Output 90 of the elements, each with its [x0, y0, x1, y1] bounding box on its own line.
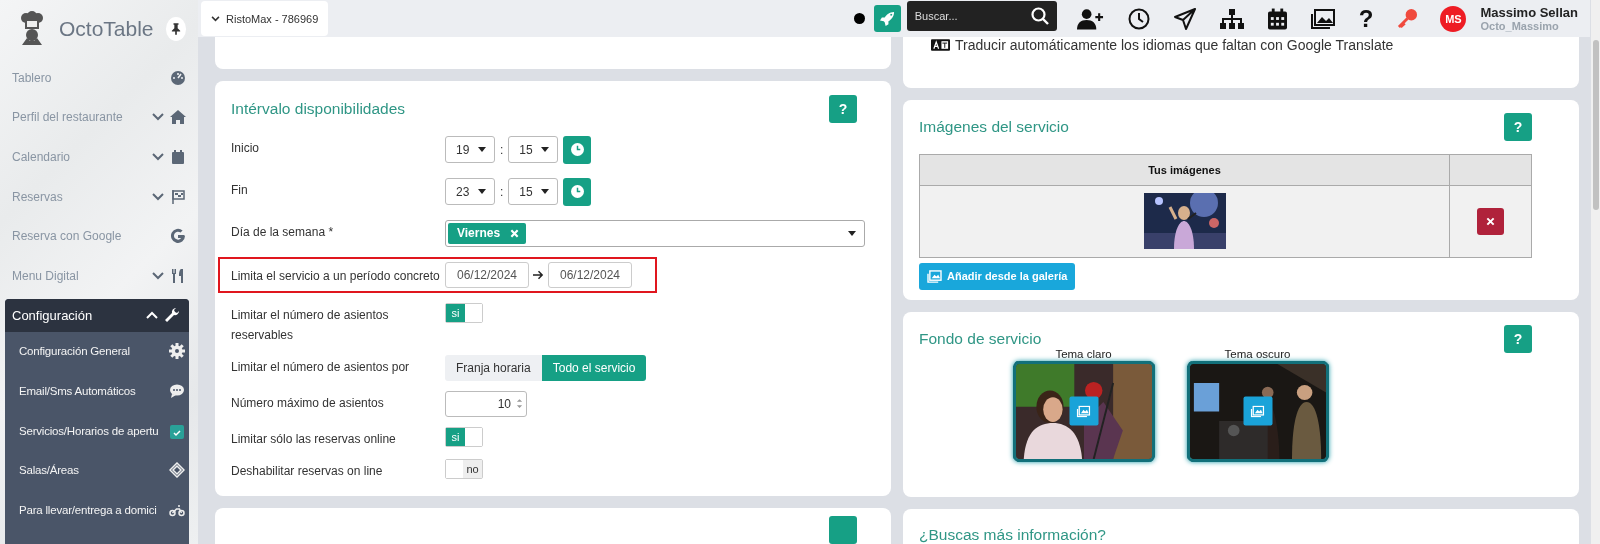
rocket-button[interactable] — [873, 5, 901, 32]
clock-icon — [570, 143, 584, 157]
caret-icon — [541, 147, 550, 153]
minute-select[interactable]: 15 — [508, 178, 559, 206]
images-icon — [1250, 405, 1265, 418]
field-label: Limitar el número de asientos reservables — [231, 306, 390, 344]
date-field[interactable]: 06/12/2024 — [445, 261, 529, 288]
chat-bubble-icon — [169, 382, 185, 399]
date-field[interactable]: 06/12/2024 — [548, 261, 632, 288]
number-field[interactable]: 10 — [445, 390, 527, 417]
field-label: Limitar el número de asientos por — [231, 358, 411, 376]
field-label: Deshabilitar reservas on line — [231, 462, 384, 480]
scrollbar[interactable] — [1591, 0, 1600, 544]
user-name: Massimo Sellan — [1480, 5, 1578, 20]
card-title: Imágenes del servicio — [919, 117, 1069, 136]
rocket-icon — [879, 11, 895, 26]
remove-icon[interactable] — [510, 228, 520, 238]
sitemap-icon[interactable] — [1219, 8, 1244, 29]
gauge-icon — [170, 69, 186, 86]
clock-button[interactable] — [563, 135, 592, 164]
time-separator: : — [499, 142, 505, 157]
card-title: Fondo de servicio — [919, 329, 1042, 348]
search-icon — [1030, 6, 1049, 25]
user-avatar[interactable]: MS — [1440, 5, 1467, 32]
arrow-right-icon — [533, 269, 544, 280]
clock-icon[interactable] — [1127, 7, 1150, 30]
caret-icon — [478, 189, 486, 195]
chevron-down-icon — [152, 113, 164, 122]
chevron-down-icon — [152, 271, 164, 280]
segment-option[interactable]: Franja horaria — [445, 354, 542, 381]
search-field[interactable]: Buscar... — [906, 0, 1057, 31]
delete-button[interactable] — [1477, 207, 1504, 235]
minute-select[interactable]: 15 — [508, 136, 559, 164]
status-dot — [853, 13, 865, 24]
pin-icon — [170, 23, 181, 35]
card-title: ¿Buscas más información? — [919, 526, 1107, 544]
wrench-icon — [164, 307, 180, 324]
time-separator: : — [499, 184, 505, 199]
close-icon — [1486, 216, 1495, 226]
dropdown-caret-icon — [848, 230, 856, 236]
toggle-switch[interactable]: no — [445, 458, 483, 479]
images-icon — [927, 269, 942, 283]
caret-icon — [478, 147, 486, 153]
caret-icon — [541, 189, 550, 195]
add-user-icon[interactable] — [1076, 7, 1104, 30]
utensils-icon — [170, 267, 186, 284]
home-icon — [170, 109, 186, 126]
help-icon[interactable]: ? — [1358, 6, 1374, 31]
translate-option-text: Traducir automáticamente los idiomas que faltan con Google Translate — [955, 37, 1394, 53]
field-label: Día de la semana * — [231, 223, 335, 241]
field-label: Inicio — [231, 139, 260, 157]
chevron-down-icon — [152, 153, 164, 161]
paper-plane-icon[interactable] — [1173, 7, 1196, 30]
gear-icon — [169, 343, 185, 360]
brand-name: OctoTable — [59, 17, 154, 41]
pin-button[interactable] — [165, 17, 186, 41]
calendar-icon — [169, 422, 185, 439]
field-label: Limitar sólo las reservas online — [231, 430, 397, 448]
cube-icon — [169, 462, 185, 479]
image-button[interactable] — [1069, 396, 1098, 426]
sidebar-subitem[interactable]: Salas/Áreas — [5, 450, 189, 490]
field-label: Número máximo de asientos — [231, 394, 385, 412]
sidebar-group-header[interactable]: Configuración — [5, 298, 189, 332]
calendar-icon[interactable] — [1267, 7, 1287, 30]
hour-select[interactable]: 23 — [445, 178, 495, 206]
restaurant-selector[interactable]: RistoMax - 786969 — [201, 1, 329, 36]
field-label: Limita el servicio a un período concreto — [231, 267, 441, 285]
sidebar-subitem[interactable]: Para llevar/entrega a domici — [5, 489, 189, 530]
hour-select[interactable]: 19 — [445, 136, 495, 164]
translate-icon — [931, 39, 950, 51]
table-header-cell: Tus imágenes — [920, 154, 1450, 186]
chevron-down-icon — [152, 192, 164, 201]
flag-icon — [170, 188, 186, 205]
sidebar-subitem[interactable]: Servicios/Horarios de apertu — [5, 410, 189, 451]
sidebar-subitem[interactable]: Email/Sms Automáticos — [5, 371, 189, 411]
sidebar-subitem[interactable]: Configuración General — [5, 331, 189, 372]
user-login: Octo_Massimo — [1480, 20, 1560, 32]
card-title: Intérvalo disponibilidades — [231, 99, 406, 118]
google-icon — [170, 228, 186, 245]
chevron-down-icon — [211, 15, 220, 22]
clock-button[interactable] — [563, 177, 592, 206]
key-icon[interactable] — [1397, 8, 1419, 29]
theme-label: Tema claro — [1055, 347, 1112, 360]
images-icon — [1076, 405, 1091, 418]
field-label: Fin — [231, 181, 249, 199]
images-icon[interactable] — [1310, 8, 1335, 29]
theme-label: Tema oscuro — [1224, 347, 1291, 360]
clock-icon — [570, 185, 584, 199]
calendar-icon — [170, 149, 186, 165]
image-button[interactable] — [1243, 396, 1272, 426]
